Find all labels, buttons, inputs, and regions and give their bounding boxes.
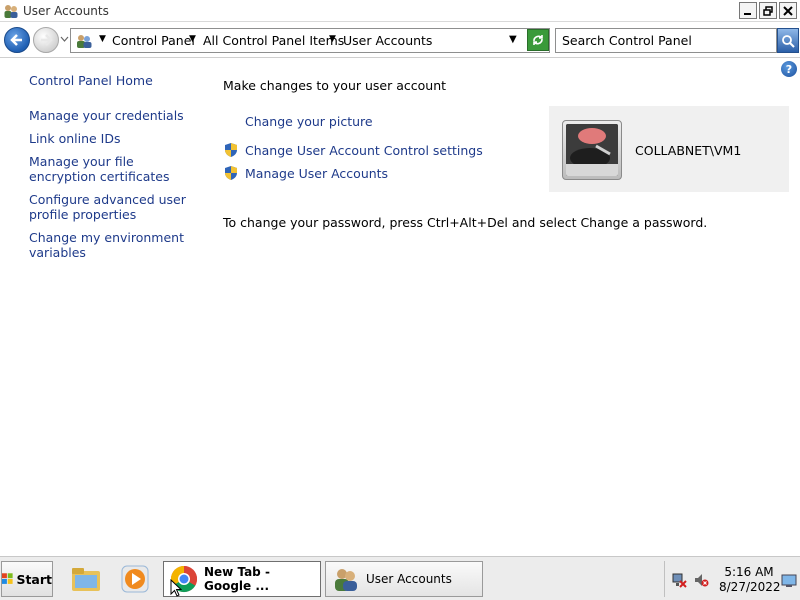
search-input[interactable] (562, 30, 772, 51)
breadcrumb-user-accounts[interactable]: User Accounts (343, 33, 432, 48)
history-dropdown-icon[interactable] (60, 35, 69, 43)
refresh-button[interactable] (527, 29, 549, 51)
back-button[interactable] (4, 27, 30, 53)
control-panel-icon (77, 35, 92, 48)
nav-manage-credentials[interactable]: Manage your credentials (29, 108, 199, 123)
nav-link-online-ids[interactable]: Link online IDs (29, 131, 199, 146)
turntable-avatar-icon (566, 124, 618, 176)
address-bar[interactable]: ▼ Control Panel ▼ All Control Panel Item… (70, 28, 550, 53)
taskbar-item-label: User Accounts (366, 572, 452, 586)
uac-shield-icon (225, 143, 237, 157)
clock-time: 5:16 AM (724, 565, 774, 579)
user-accounts-icon (4, 5, 18, 18)
search-button[interactable] (777, 28, 799, 53)
title-bar: User Accounts (0, 0, 800, 22)
manage-user-accounts-link[interactable]: Manage User Accounts (245, 166, 388, 181)
start-label: Start (16, 571, 52, 587)
breadcrumb-separator-icon[interactable]: ▼ (189, 34, 196, 44)
back-arrow-icon (10, 34, 22, 46)
breadcrumb-all-items[interactable]: All Control Panel Items (203, 33, 344, 48)
password-instructions: To change your password, press Ctrl+Alt+… (223, 215, 708, 230)
file-explorer-icon[interactable] (70, 563, 102, 595)
search-box[interactable] (555, 28, 777, 53)
forward-button[interactable] (33, 27, 59, 53)
system-tray: 5:16 AM 8/27/2022 (664, 561, 800, 597)
minimize-button[interactable] (739, 2, 757, 19)
clock-date: 8/27/2022 (719, 580, 781, 594)
show-desktop-icon[interactable] (781, 574, 797, 588)
address-dropdown-icon[interactable]: ▼ (509, 34, 517, 45)
window-title: User Accounts (23, 4, 109, 18)
taskbar-item-user-accounts[interactable]: User Accounts (325, 561, 483, 597)
nav-file-encryption-certificates[interactable]: Manage your file encryption certificates (29, 154, 199, 184)
volume-muted-icon[interactable] (693, 572, 709, 588)
search-icon (782, 34, 795, 48)
user-account-tile: COLLABNET\VM1 (549, 106, 789, 192)
nav-advanced-profile-properties[interactable]: Configure advanced user profile properti… (29, 192, 199, 222)
start-button[interactable]: Start (1, 561, 53, 597)
breadcrumb-control-panel[interactable]: Control Panel (112, 33, 195, 48)
help-icon[interactable]: ? (781, 61, 797, 77)
network-disconnected-icon[interactable] (671, 572, 687, 588)
breadcrumb-separator-icon[interactable]: ▼ (99, 34, 106, 44)
restore-button[interactable] (759, 2, 777, 19)
forward-arrow-icon (41, 34, 53, 46)
windows-logo-icon (2, 573, 13, 584)
user-picture[interactable] (562, 120, 622, 180)
close-button[interactable] (779, 2, 797, 19)
mouse-cursor-icon (170, 579, 182, 597)
nav-control-panel-home[interactable]: Control Panel Home (29, 73, 199, 88)
taskbar: Start New Tab - Google ... User Accounts (0, 556, 800, 600)
refresh-icon (533, 35, 543, 45)
change-picture-link[interactable]: Change your picture (245, 114, 373, 129)
minimize-icon (744, 12, 751, 15)
media-player-icon[interactable] (119, 563, 151, 595)
nav-environment-variables[interactable]: Change my environment variables (29, 230, 199, 260)
close-icon (783, 5, 793, 16)
uac-shield-icon (225, 166, 237, 180)
navigation-bar: ▼ Control Panel ▼ All Control Panel Item… (0, 22, 800, 58)
taskbar-item-chrome[interactable]: New Tab - Google ... (163, 561, 321, 597)
clock[interactable]: 5:16 AM 8/27/2022 (719, 565, 781, 595)
taskbar-item-label: New Tab - Google ... (204, 565, 270, 593)
user-accounts-icon (335, 569, 357, 591)
restore-icon (763, 5, 773, 16)
breadcrumb-separator-icon[interactable]: ▼ (329, 34, 336, 44)
user-name: COLLABNET\VM1 (635, 143, 742, 158)
page-heading: Make changes to your user account (223, 78, 447, 93)
uac-settings-link[interactable]: Change User Account Control settings (245, 143, 483, 158)
